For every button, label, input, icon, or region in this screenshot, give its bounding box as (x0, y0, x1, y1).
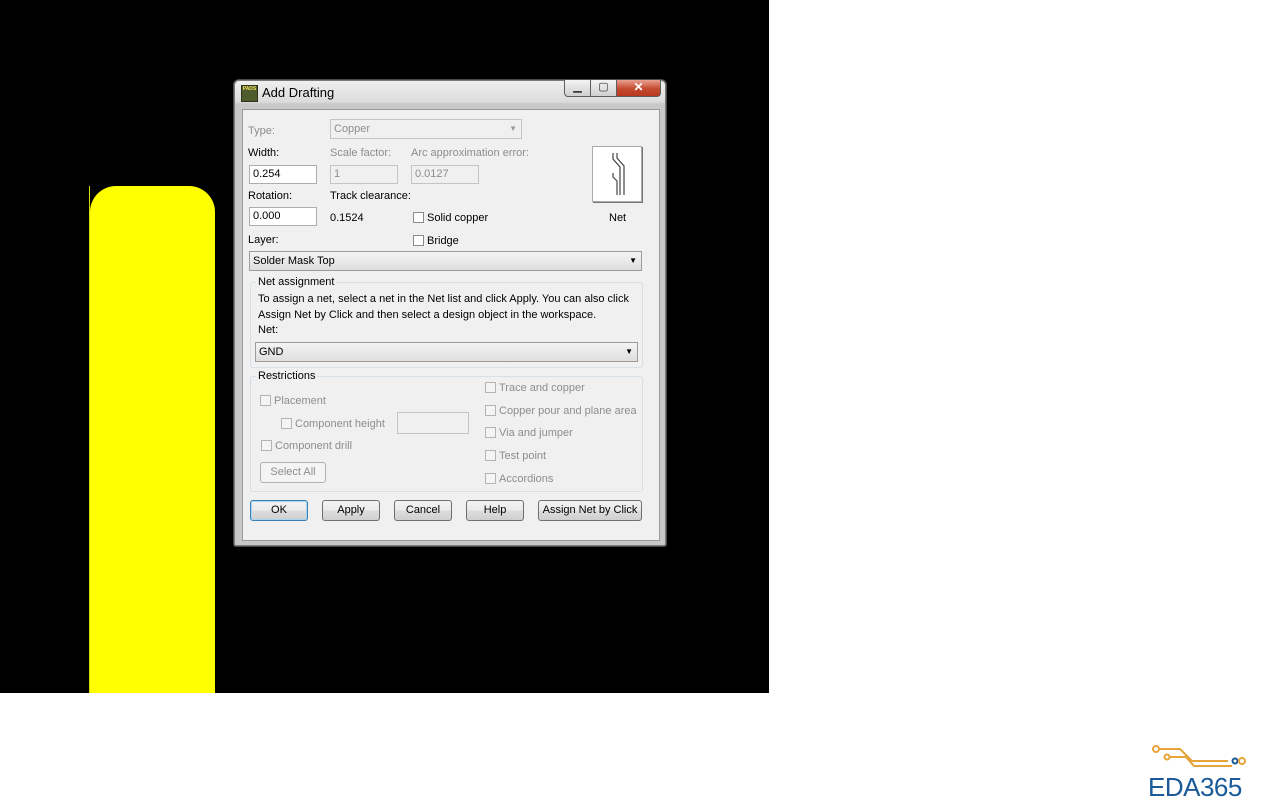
dialog-title: Add Drafting (262, 85, 335, 100)
net-select[interactable]: GND ▼ (255, 342, 638, 362)
via-and-jumper-checkbox[interactable] (485, 427, 496, 438)
eda365-logo: EDA365 (1146, 742, 1262, 802)
track-clearance-label: Track clearance: (330, 190, 411, 202)
net-trace-icon (612, 153, 625, 195)
dialog-titlebar[interactable]: PADS Add Drafting ▁ ▢ ✕ (234, 80, 666, 106)
chevron-down-icon: ▼ (509, 124, 517, 133)
scale-factor-input[interactable]: 1 (330, 165, 398, 184)
bridge-checkbox[interactable] (413, 235, 424, 246)
canvas-guide-line (89, 186, 90, 693)
copper-drafting-shape[interactable] (90, 186, 215, 693)
assign-net-by-click-button[interactable]: Assign Net by Click (538, 500, 642, 521)
component-height-checkbox[interactable] (281, 418, 292, 429)
net-preview-box (592, 146, 642, 202)
chevron-down-icon: ▼ (629, 256, 637, 265)
pads-app-icon: PADS (241, 85, 258, 102)
net-preview-label: Net (609, 212, 627, 224)
copper-pour-label: Copper pour and plane area (499, 405, 637, 417)
layer-label: Layer: (248, 234, 279, 246)
accordions-checkbox[interactable] (485, 473, 496, 484)
restrictions-group: Restrictions Placement Component height … (250, 370, 643, 492)
component-height-input[interactable] (397, 412, 469, 434)
type-value: Copper (334, 123, 371, 135)
type-label: Type: (248, 125, 275, 137)
net-assignment-title: Net assignment (256, 276, 337, 288)
net-label: Net: (258, 324, 279, 336)
component-drill-checkbox[interactable] (261, 440, 272, 451)
dialog-client-area: Type: Copper ▼ Width: Scale factor: Arc … (242, 109, 660, 541)
component-drill-label: Component drill (275, 440, 353, 452)
placement-label: Placement (274, 395, 326, 407)
track-clearance-value: 0.1524 (330, 212, 364, 224)
logo-text: EDA365 (1148, 772, 1242, 802)
placement-checkbox[interactable] (260, 395, 271, 406)
scale-factor-label: Scale factor: (330, 147, 392, 159)
chevron-down-icon: ▼ (625, 347, 633, 356)
apply-button[interactable]: Apply (322, 500, 380, 521)
via-and-jumper-label: Via and jumper (499, 427, 573, 439)
cancel-button[interactable]: Cancel (394, 500, 452, 521)
window-controls: ▁ ▢ ✕ (564, 80, 661, 98)
net-instructions-line1: To assign a net, select a net in the Net… (258, 293, 629, 305)
rotation-input[interactable]: 0.000 (249, 207, 317, 226)
net-assignment-group: Net assignment To assign a net, select a… (250, 276, 643, 368)
layer-select[interactable]: Solder Mask Top ▼ (249, 251, 642, 271)
maximize-button[interactable]: ▢ (591, 80, 617, 97)
layer-value: Solder Mask Top (253, 255, 335, 267)
net-instructions-line2: Assign Net by Click and then select a de… (258, 309, 597, 321)
component-height-label: Component height (295, 418, 385, 430)
circuit-trace-icon (1152, 745, 1246, 767)
close-button[interactable]: ✕ (617, 80, 661, 97)
test-point-checkbox[interactable] (485, 450, 496, 461)
rotation-label: Rotation: (248, 190, 293, 202)
bridge-label: Bridge (427, 235, 459, 247)
arc-error-input[interactable]: 0.0127 (411, 165, 479, 184)
minimize-button[interactable]: ▁ (564, 80, 591, 97)
add-drafting-dialog: PADS Add Drafting ▁ ▢ ✕ Type: Copper ▼ W… (233, 79, 667, 547)
solid-copper-checkbox[interactable] (413, 212, 424, 223)
help-button[interactable]: Help (466, 500, 524, 521)
arc-error-label: Arc approximation error: (411, 147, 529, 159)
trace-and-copper-label: Trace and copper (499, 382, 585, 394)
net-value: GND (259, 346, 284, 358)
trace-and-copper-checkbox[interactable] (485, 382, 496, 393)
test-point-label: Test point (499, 450, 547, 462)
copper-pour-checkbox[interactable] (485, 405, 496, 416)
width-label: Width: (248, 147, 280, 159)
type-select[interactable]: Copper ▼ (330, 119, 522, 139)
solid-copper-label: Solid copper (427, 212, 489, 224)
select-all-button[interactable]: Select All (260, 462, 326, 483)
accordions-label: Accordions (499, 473, 554, 485)
width-input[interactable]: 0.254 (249, 165, 317, 184)
restrictions-title: Restrictions (256, 370, 318, 382)
ok-button[interactable]: OK (250, 500, 308, 521)
